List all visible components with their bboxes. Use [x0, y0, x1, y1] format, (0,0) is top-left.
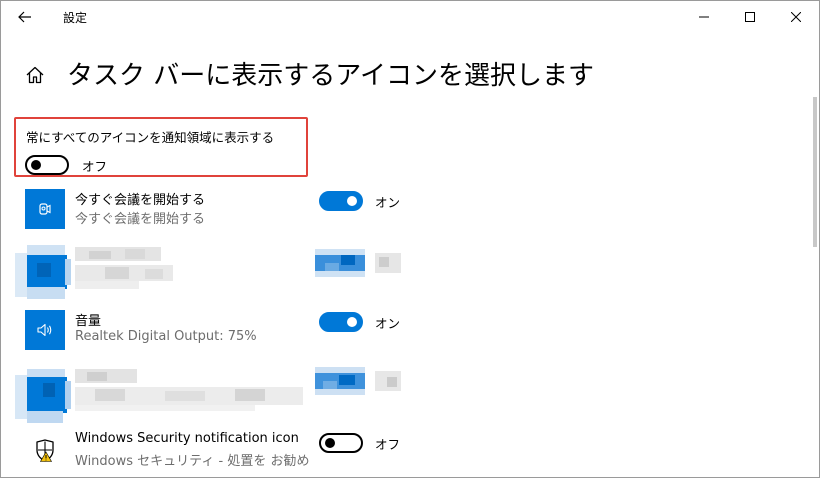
close-icon	[791, 12, 801, 22]
toggle-knob	[31, 160, 41, 170]
back-button[interactable]	[5, 1, 45, 33]
window-title: 設定	[63, 11, 88, 25]
always-show-toggle[interactable]	[25, 155, 69, 175]
windows-security-shield-icon	[25, 431, 65, 471]
pixelated-app-icon	[15, 241, 71, 301]
close-button[interactable]	[773, 1, 819, 33]
row-subtitle: 今すぐ会議を開始する	[75, 212, 206, 227]
toggle-knob	[347, 317, 357, 327]
settings-window: 設定 タスク バーに表示するアイコンを選択します 常にすべてのアイコンを通知領域…	[0, 0, 820, 478]
list-item-pixelated	[1, 241, 811, 301]
vertical-scrollbar[interactable]	[813, 97, 817, 247]
list-item-meet-now: 今すぐ会議を開始する 今すぐ会議を開始する オン	[1, 189, 811, 249]
pixelated-state	[375, 253, 401, 273]
speaker-icon	[25, 310, 65, 350]
row-title: 音量	[75, 314, 102, 329]
maximize-button[interactable]	[727, 1, 773, 33]
minimize-button[interactable]	[681, 1, 727, 33]
home-button[interactable]	[21, 61, 49, 89]
always-show-state: オフ	[82, 159, 108, 174]
back-arrow-icon	[18, 11, 31, 23]
minimize-icon	[699, 16, 709, 18]
row-title: Windows Security notification icon	[75, 431, 299, 446]
windows-security-toggle[interactable]	[319, 433, 363, 453]
row-title: 今すぐ会議を開始する	[75, 193, 206, 208]
list-item-windows-security: Windows Security notification icon Windo…	[1, 431, 811, 477]
title-bar: 設定	[1, 1, 819, 33]
pixelated-app-icon	[15, 365, 71, 425]
page-title: タスク バーに表示するアイコンを選択します	[67, 61, 594, 91]
row-state: オン	[375, 316, 401, 331]
pixelated-app-title	[75, 247, 175, 293]
pixelated-state	[375, 371, 401, 391]
row-state: オン	[375, 195, 401, 210]
toggle-knob	[325, 438, 335, 448]
meet-now-toggle[interactable]	[319, 191, 363, 211]
home-icon	[26, 66, 44, 84]
toggle-knob	[347, 196, 357, 206]
volume-toggle[interactable]	[319, 312, 363, 332]
row-subtitle: Realtek Digital Output: 75%	[75, 329, 257, 344]
always-show-label: 常にすべてのアイコンを通知領域に表示する	[26, 130, 275, 145]
row-state: オフ	[375, 437, 401, 452]
row-subtitle: Windows セキュリティ - 処置を お勧めし...	[75, 454, 311, 469]
pixelated-app-title	[75, 369, 305, 413]
meet-now-icon	[25, 189, 65, 229]
maximize-icon	[745, 12, 755, 22]
pixelated-toggle	[315, 249, 365, 277]
list-item-pixelated	[1, 361, 811, 423]
pixelated-toggle	[315, 367, 365, 395]
always-show-all-setting: 常にすべてのアイコンを通知領域に表示する オフ	[14, 117, 308, 177]
